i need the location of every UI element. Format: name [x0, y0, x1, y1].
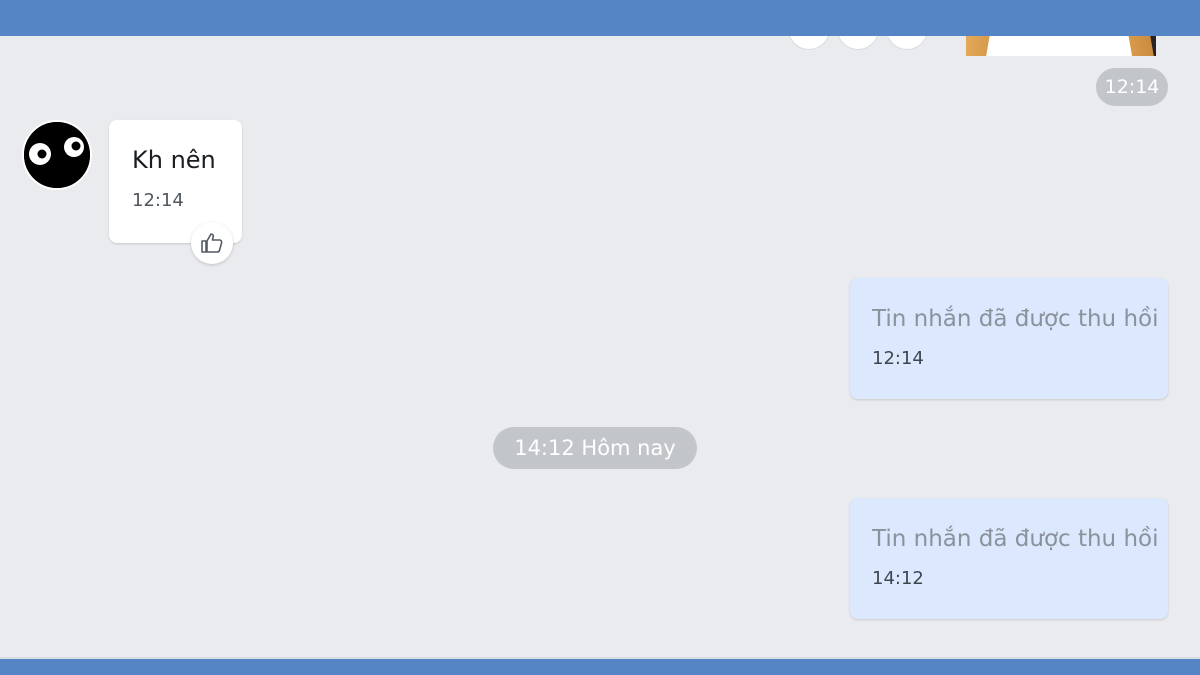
outgoing-message-bubble[interactable]: Tin nhắn đã được thu hồi 14:12: [850, 498, 1168, 619]
reaction-button[interactable]: [788, 36, 830, 50]
message-text: Kh nên: [132, 146, 216, 174]
message-timestamp: 12:14: [872, 348, 924, 369]
message-timestamp: 14:12: [872, 568, 924, 589]
chat-message-area[interactable]: 12:14 Kh nên 12:14 Tin nhắn đã được thu …: [0, 36, 1200, 657]
window-header-bar: [0, 0, 1200, 36]
outgoing-message-bubble[interactable]: Tin nhắn đã được thu hồi 12:14: [850, 278, 1168, 399]
reaction-button[interactable]: [886, 36, 928, 50]
like-reaction-button[interactable]: [191, 222, 233, 264]
sticker-image-part: [966, 36, 996, 56]
thumbs-up-icon: [201, 233, 223, 253]
reaction-button[interactable]: [837, 36, 879, 50]
date-divider: 14:12 Hôm nay: [493, 427, 697, 469]
sticker-image-part: [1120, 36, 1156, 56]
message-time-badge: 12:14: [1096, 68, 1168, 106]
window-footer-bar: [0, 657, 1200, 675]
recalled-message-text: Tin nhắn đã được thu hồi: [872, 526, 1159, 552]
recalled-message-text: Tin nhắn đã được thu hồi: [872, 306, 1159, 332]
cartoon-eyes-avatar-icon: [24, 122, 90, 188]
sticker-message[interactable]: [966, 36, 1156, 56]
message-timestamp: 12:14: [132, 190, 184, 211]
sender-avatar[interactable]: [22, 120, 92, 190]
